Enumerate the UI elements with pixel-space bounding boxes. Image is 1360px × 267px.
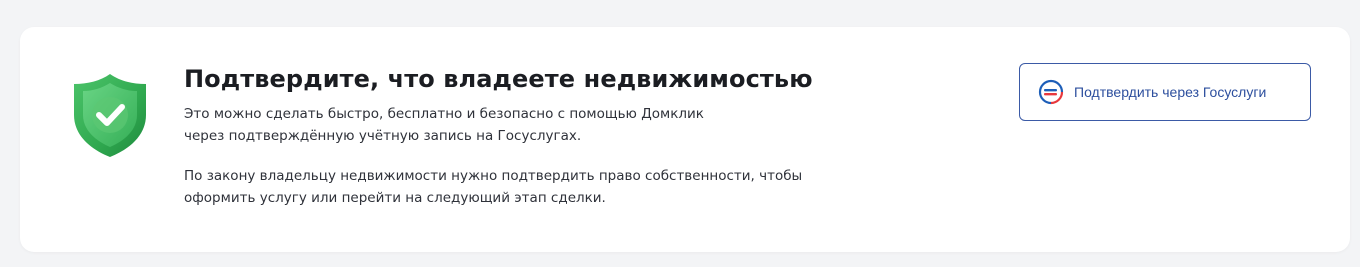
card-title: Подтвердите, что владеете недвижимостью [184, 65, 813, 93]
ownership-text-block: Подтвердите, что владеете недвижимостью … [184, 63, 884, 209]
card-description: Это можно сделать быстро, бесплатно и бе… [184, 106, 704, 144]
shield-check-icon [68, 71, 152, 159]
confirm-gosuslugi-label: Подтвердить через Госуслуги [1074, 84, 1267, 100]
confirm-gosuslugi-button[interactable]: Подтвердить через Госуслуги [1019, 63, 1311, 121]
card-legal-note: По закону владельцу недвижимости нужно п… [184, 168, 803, 206]
gosuslugi-logo-icon [1038, 79, 1064, 105]
ownership-confirmation-card: Подтвердите, что владеете недвижимостью … [20, 27, 1350, 252]
